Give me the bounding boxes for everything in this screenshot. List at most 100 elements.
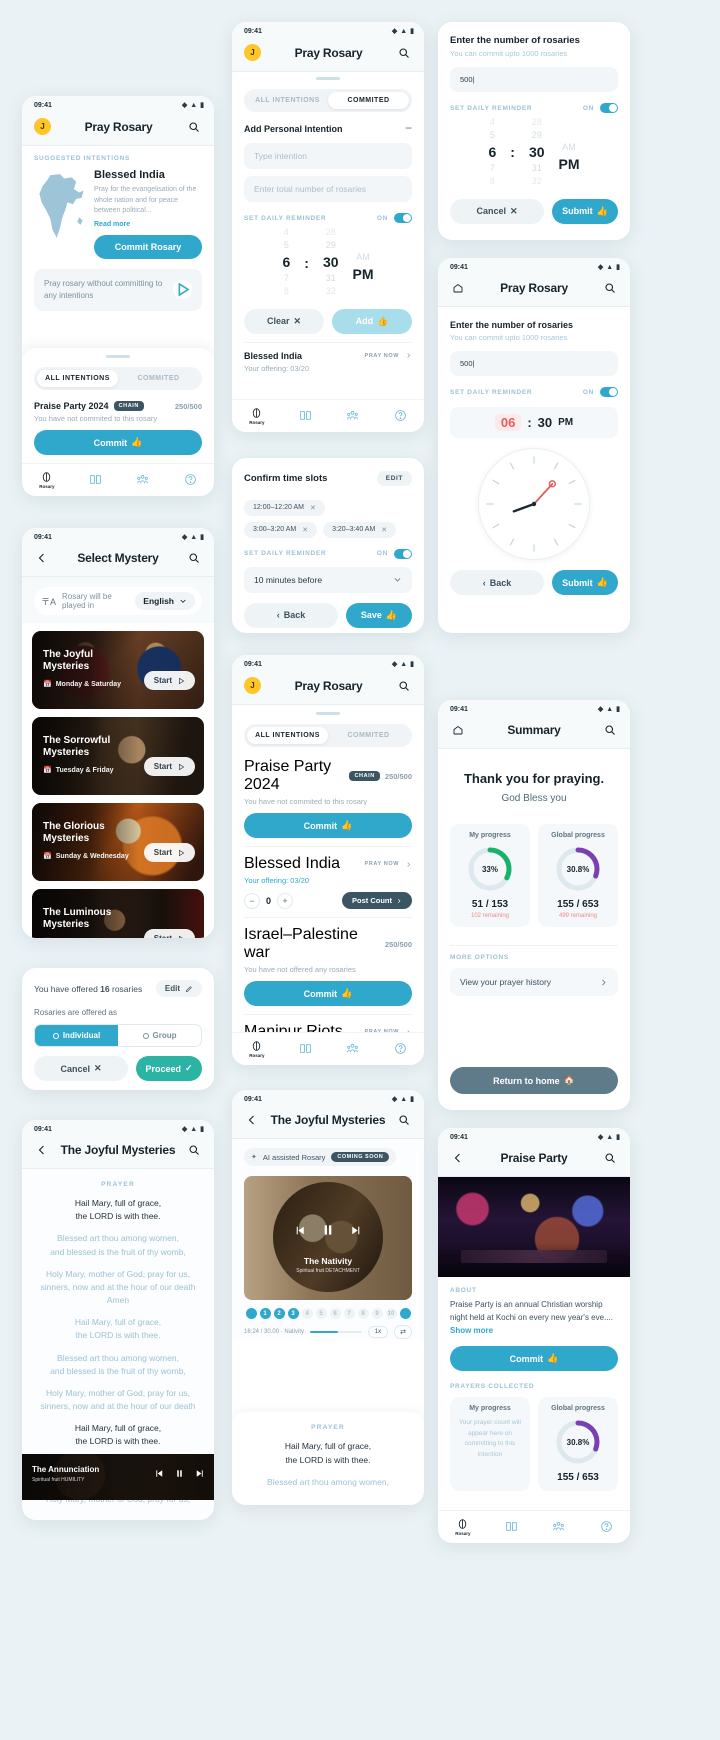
tab-community[interactable]: [346, 1042, 359, 1055]
reminder-toggle[interactable]: [600, 387, 618, 397]
minute-value[interactable]: 30: [538, 415, 552, 430]
cancel-button[interactable]: Cancel ✕: [450, 198, 544, 224]
bead[interactable]: 8: [357, 1308, 369, 1319]
back-icon[interactable]: [34, 550, 50, 566]
tab-book[interactable]: [505, 1520, 518, 1533]
tab-community[interactable]: [346, 409, 359, 422]
proceed-button[interactable]: Proceed ✓: [136, 1056, 202, 1081]
chevron-right-icon[interactable]: [405, 352, 412, 359]
search-icon[interactable]: [396, 45, 412, 61]
no-commit-card[interactable]: Pray rosary without committing to any in…: [34, 268, 202, 311]
save-button[interactable]: Save 👍: [346, 602, 412, 628]
avatar[interactable]: J: [34, 118, 51, 135]
search-icon[interactable]: [602, 1150, 618, 1166]
add-button[interactable]: Add 👍: [332, 308, 412, 334]
search-icon[interactable]: [186, 550, 202, 566]
hour-value[interactable]: 06: [494, 414, 522, 431]
search-icon[interactable]: [186, 1142, 202, 1158]
option-individual[interactable]: Individual: [35, 1025, 118, 1046]
hour-column[interactable]: 4 5 6 7 8: [488, 117, 496, 188]
tab-help[interactable]: [394, 1042, 407, 1055]
back-button[interactable]: ‹ Back: [450, 570, 544, 595]
mystery-card-glorious[interactable]: The Glorious Mysteries 📅 Sunday & Wednesd…: [32, 803, 204, 881]
reminder-toggle[interactable]: [600, 103, 618, 113]
tab-help[interactable]: [394, 409, 407, 422]
tab-community[interactable]: [552, 1520, 565, 1533]
tab-rosary[interactable]: Rosary: [249, 406, 264, 425]
close-icon[interactable]: ✕: [310, 504, 316, 512]
chevron-right-icon[interactable]: [405, 861, 412, 868]
slot-chip[interactable]: 12:00–12:20 AM ✕: [244, 499, 325, 516]
pray-now-label[interactable]: PRAY NOW: [365, 861, 399, 867]
tab-all-intentions[interactable]: ALL INTENTIONS: [37, 370, 118, 387]
read-more-link[interactable]: Read more: [94, 221, 202, 228]
tab-book[interactable]: [89, 473, 102, 486]
increment-button[interactable]: +: [277, 892, 294, 909]
start-button[interactable]: Start: [143, 929, 195, 938]
time-picker[interactable]: 4 5 6 7 8 : 28 29 30 31 32 AM PM: [450, 113, 618, 190]
speed-button[interactable]: 1x: [367, 1326, 389, 1338]
search-icon[interactable]: [186, 119, 202, 135]
rosaries-count-input[interactable]: 500|: [450, 351, 618, 376]
search-icon[interactable]: [602, 722, 618, 738]
back-icon[interactable]: [450, 1150, 466, 1166]
search-icon[interactable]: [602, 280, 618, 296]
prev-icon[interactable]: [154, 1468, 165, 1479]
tab-commited[interactable]: COMMITED: [328, 727, 409, 744]
reminder-offset-select[interactable]: 10 minutes before: [244, 566, 412, 593]
edit-slots-button[interactable]: EDIT: [376, 471, 412, 486]
tab-all-intentions[interactable]: ALL INTENTIONS: [247, 727, 328, 744]
slot-chip[interactable]: 3:00–3:20 AM ✕: [244, 521, 318, 538]
back-button[interactable]: ‹ Back: [244, 602, 338, 628]
search-icon[interactable]: [396, 678, 412, 694]
meridiem-value[interactable]: PM: [558, 417, 573, 428]
meridiem-column[interactable]: AM PM: [353, 252, 374, 283]
ai-rosary-chip[interactable]: ✦ AI assisted Rosary COMING SOON: [244, 1148, 397, 1166]
repeat-icon[interactable]: ⇄: [394, 1325, 412, 1339]
start-button[interactable]: Start: [143, 671, 195, 690]
start-button[interactable]: Start: [143, 757, 195, 776]
home-icon[interactable]: [450, 722, 466, 738]
commit-button[interactable]: Commit 👍: [244, 981, 412, 1006]
tab-help[interactable]: [600, 1520, 613, 1533]
tab-rosary[interactable]: Rosary: [39, 470, 54, 489]
analog-clock[interactable]: [478, 448, 590, 560]
avatar[interactable]: J: [244, 677, 261, 694]
home-icon[interactable]: [450, 280, 466, 296]
language-row[interactable]: 〒A Rosary will be played in English: [22, 577, 214, 623]
back-icon[interactable]: [34, 1142, 50, 1158]
bead-current[interactable]: 3: [287, 1308, 299, 1319]
progress-bar[interactable]: [310, 1331, 362, 1333]
start-button[interactable]: Start: [143, 843, 195, 862]
rosaries-input[interactable]: Enter total number of rosaries: [244, 176, 412, 202]
commit-rosary-button[interactable]: Commit Rosary: [94, 234, 202, 259]
tab-rosary[interactable]: Rosary: [249, 1039, 264, 1058]
tab-rosary[interactable]: Rosary: [455, 1517, 470, 1536]
decrement-button[interactable]: −: [244, 892, 260, 909]
time-display[interactable]: 06 : 30 PM: [450, 407, 618, 438]
tab-help[interactable]: [184, 473, 197, 486]
sheet-grabber[interactable]: [316, 77, 340, 80]
minus-icon[interactable]: −: [405, 122, 412, 134]
minute-column[interactable]: 28 29 30 31 32: [323, 227, 339, 298]
pause-icon[interactable]: [174, 1468, 185, 1479]
tab-commited[interactable]: COMMITED: [328, 92, 409, 109]
meridiem-column[interactable]: AM PM: [559, 142, 580, 173]
slot-chip[interactable]: 3:20–3:40 AM ✕: [323, 521, 397, 538]
bead[interactable]: 9: [371, 1308, 383, 1319]
bead[interactable]: 2: [273, 1308, 285, 1319]
reminder-toggle[interactable]: [394, 548, 412, 559]
time-picker[interactable]: 4 5 6 7 8 : 28 29 30 31 32 AM PM: [244, 223, 412, 300]
tab-book[interactable]: [299, 1042, 312, 1055]
bead-marker[interactable]: [245, 1308, 257, 1319]
post-count-button[interactable]: Post Count: [342, 892, 412, 909]
edit-button[interactable]: Edit: [155, 980, 202, 997]
bead[interactable]: 4: [301, 1308, 313, 1319]
bead[interactable]: 5: [315, 1308, 327, 1319]
minute-column[interactable]: 28 29 30 31 32: [529, 117, 545, 188]
cancel-button[interactable]: Cancel ✕: [34, 1056, 128, 1081]
next-icon[interactable]: [194, 1468, 205, 1479]
tab-book[interactable]: [299, 409, 312, 422]
tab-community[interactable]: [136, 473, 149, 486]
play-icon[interactable]: [173, 280, 192, 299]
